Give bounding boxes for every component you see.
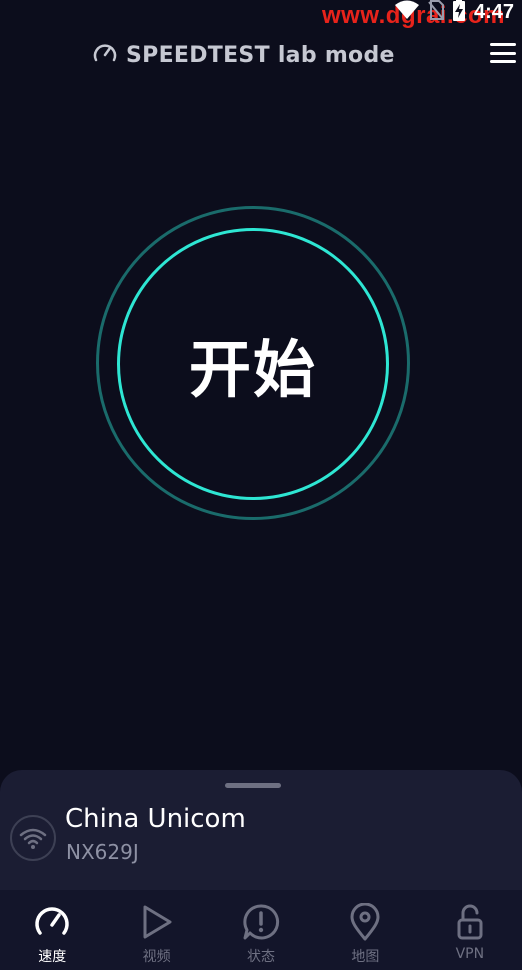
nav-label-speed: 速度 [38, 949, 67, 965]
go-button-label: 开始 [188, 333, 317, 406]
bottom-nav: 速度 视频 状态 地图 VPN [0, 890, 522, 970]
server-name[interactable]: NX629J [66, 840, 139, 864]
hamburger-menu-icon[interactable] [488, 40, 518, 66]
app-title: SPEEDTEST lab mode [126, 42, 395, 68]
connection-sheet[interactable]: China Unicom NX629J [0, 770, 522, 890]
map-pin-icon [345, 902, 385, 942]
no-sim-icon [428, 0, 444, 24]
brand: SPEEDTEST lab mode [92, 40, 395, 70]
nav-label-map: 地图 [351, 949, 380, 965]
battery-charging-icon [452, 0, 466, 25]
lock-icon [450, 902, 490, 942]
nav-item-status[interactable]: 状态 [209, 890, 313, 970]
speedometer-icon [32, 902, 72, 942]
speedometer-icon [92, 40, 118, 70]
nav-label-vpn: VPN [455, 946, 485, 962]
nav-item-vpn[interactable]: VPN [418, 890, 522, 970]
app-header: SPEEDTEST lab mode [0, 38, 522, 72]
status-bar: www.dgrai.com 4:47 [0, 0, 522, 28]
nav-label-status: 状态 [247, 949, 276, 965]
nav-item-speed[interactable]: 速度 [0, 890, 104, 970]
nav-item-video[interactable]: 视频 [104, 890, 208, 970]
sheet-drag-handle[interactable] [225, 783, 281, 788]
go-button[interactable]: 开始 [117, 228, 389, 500]
alert-bubble-icon [241, 902, 281, 942]
status-time: 4:47 [473, 0, 514, 23]
isp-name[interactable]: China Unicom [65, 804, 246, 834]
wifi-icon [394, 0, 420, 24]
speedtest-screen: www.dgrai.com 4:47 SPEEDTEST lab mode 开始… [0, 0, 522, 970]
nav-label-video: 视频 [142, 949, 171, 965]
play-icon [137, 902, 177, 942]
status-icons: 4:47 [394, 0, 514, 24]
connection-wifi-icon [10, 815, 56, 861]
nav-item-map[interactable]: 地图 [313, 890, 417, 970]
